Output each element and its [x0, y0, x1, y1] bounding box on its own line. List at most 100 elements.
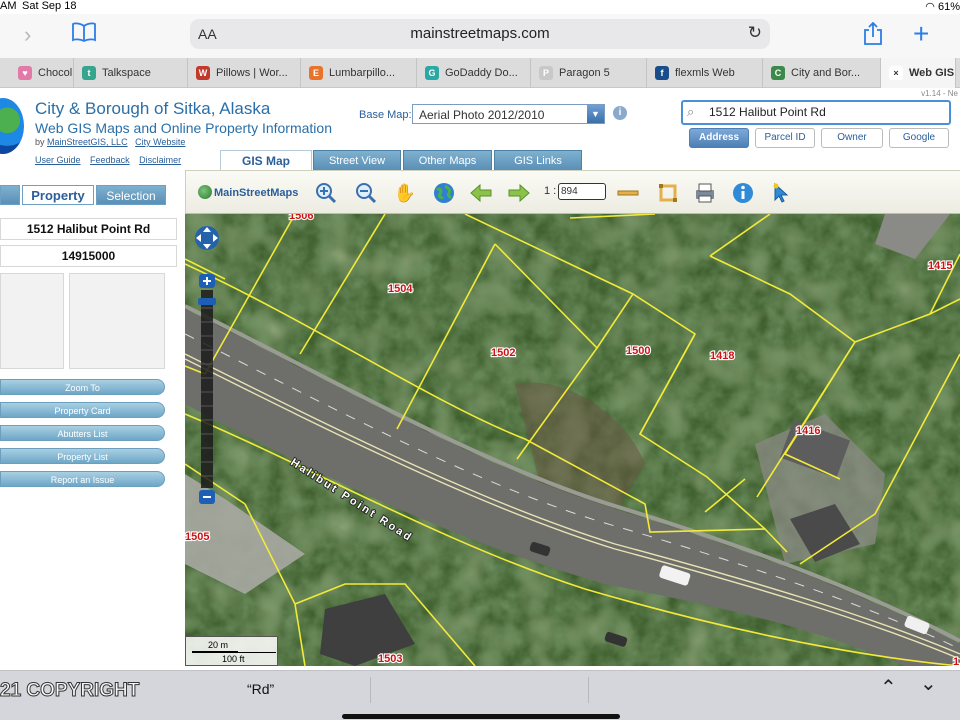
- disclaimer-link[interactable]: Disclaimer: [139, 155, 181, 165]
- browser-tab[interactable]: G GoDaddy Do...: [417, 58, 531, 88]
- reload-icon[interactable]: ↻: [748, 23, 762, 43]
- select-pointer-icon[interactable]: [770, 181, 794, 205]
- base-map-select[interactable]: Aerial Photo 2012/2010 ▼: [412, 104, 605, 124]
- next-extent-arrow-icon[interactable]: [507, 181, 531, 205]
- abutters-list-button[interactable]: Abutters List: [0, 425, 165, 441]
- browser-tab[interactable]: × Web GIS: [881, 58, 956, 88]
- search-box[interactable]: ⌕: [681, 100, 951, 125]
- browser-tab-label: City and Bor...: [791, 67, 861, 79]
- slider-zoom-out-icon[interactable]: [199, 490, 215, 504]
- map-canvas[interactable]: 1506 1504 1502 1500 1418 1416 1415 1505 …: [185, 214, 960, 666]
- feedback-link[interactable]: Feedback: [90, 155, 130, 165]
- pan-hand-icon[interactable]: ✋: [393, 181, 417, 205]
- tab-gis-links[interactable]: GIS Links: [494, 150, 582, 170]
- tab-selection[interactable]: Selection: [96, 185, 166, 205]
- search-input[interactable]: [709, 105, 939, 119]
- browser-tab[interactable]: P Paragon 5: [531, 58, 647, 88]
- gis-app: City & Borough of Sitka, Alaska Web GIS …: [0, 88, 960, 670]
- address-bar[interactable]: AA mainstreetmaps.com ↻: [190, 19, 770, 49]
- city-website-link[interactable]: City Website: [135, 137, 185, 147]
- browser-tab[interactable]: C City and Bor...: [763, 58, 881, 88]
- parcel-label-1418: 1418: [710, 350, 734, 362]
- zoom-slider-handle[interactable]: [198, 298, 216, 305]
- close-tab-icon[interactable]: ×: [889, 66, 903, 80]
- next-field-chevron-icon[interactable]: ⌄: [920, 671, 937, 696]
- parcel-label-1500: 1500: [626, 345, 650, 357]
- pan-arrows-icon[interactable]: [195, 226, 219, 250]
- zoom-out-icon[interactable]: [354, 181, 378, 205]
- browser-tab-label: Chocol: [38, 67, 73, 79]
- dropdown-arrow-icon[interactable]: ▼: [587, 105, 604, 123]
- app-title: City & Borough of Sitka, Alaska: [35, 99, 271, 118]
- zoom-slider-track[interactable]: [201, 290, 213, 488]
- autocomplete-suggestion[interactable]: “Rd”: [247, 681, 274, 697]
- tab-gis-map[interactable]: GIS Map: [220, 150, 312, 172]
- search-by-parcel-button[interactable]: Parcel ID: [755, 128, 815, 148]
- zoom-to-button[interactable]: Zoom To: [0, 379, 165, 395]
- browser-tab[interactable]: E Lumbarpillo...: [301, 58, 417, 88]
- slider-zoom-in-icon[interactable]: [199, 274, 215, 288]
- copyright-watermark: 21 COPYRIGHT: [0, 680, 140, 702]
- new-tab-plus-icon[interactable]: +: [913, 18, 929, 50]
- tab-layers[interactable]: [0, 185, 20, 205]
- scale-feet: 100 ft: [222, 654, 245, 664]
- property-list-button[interactable]: Property List: [0, 448, 165, 464]
- search-by-owner-button[interactable]: Owner: [821, 128, 883, 148]
- browser-tab[interactable]: t Talkspace: [74, 58, 188, 88]
- browser-tab[interactable]: ♥ Chocol: [0, 58, 74, 88]
- mainstreetmaps-logo: MainStreetMaps: [198, 185, 298, 199]
- previous-field-chevron-icon[interactable]: ⌃: [880, 675, 897, 700]
- property-photo-2[interactable]: [69, 273, 165, 369]
- report-issue-button[interactable]: Report an Issue: [0, 471, 165, 487]
- identify-info-icon[interactable]: [731, 181, 755, 205]
- version-label: v1.14 - Ne: [921, 89, 958, 98]
- search-by-address-button[interactable]: Address: [689, 128, 749, 148]
- browser-tab[interactable]: W Pillows | Wor...: [188, 58, 301, 88]
- measure-ruler-icon[interactable]: [616, 181, 640, 205]
- base-map-info-icon[interactable]: i: [613, 106, 627, 120]
- tab-street-view[interactable]: Street View: [313, 150, 401, 170]
- previous-extent-arrow-icon[interactable]: [469, 181, 493, 205]
- share-icon[interactable]: [863, 21, 883, 52]
- zoom-in-icon[interactable]: [314, 181, 338, 205]
- scale-input[interactable]: 894: [558, 183, 606, 200]
- parcel-label-1506: 1506: [289, 214, 313, 222]
- property-parcel-id: 14915000: [0, 245, 177, 267]
- help-links: User Guide Feedback Disclaimer: [35, 155, 188, 165]
- browser-tab[interactable]: f flexmls Web: [647, 58, 763, 88]
- tab-favicon-icon: t: [82, 66, 96, 80]
- user-guide-link[interactable]: User Guide: [35, 155, 81, 165]
- tab-favicon-icon: E: [309, 66, 323, 80]
- status-time: AM: [0, 0, 17, 12]
- browser-tab-label: flexmls Web: [675, 67, 735, 79]
- parcel-label-1505: 1505: [185, 531, 209, 543]
- bookmarks-book-icon[interactable]: [72, 22, 96, 48]
- tab-strip: ♥ Chocol t Talkspace W Pillows | Wor... E Lumba…: [0, 58, 960, 88]
- browser-tab-label: Web GIS: [909, 67, 955, 79]
- parcel-label-1504: 1504: [388, 283, 413, 295]
- home-indicator[interactable]: [342, 714, 620, 719]
- url-text[interactable]: mainstreetmaps.com: [190, 25, 770, 42]
- print-icon[interactable]: [693, 181, 717, 205]
- forward-chevron-icon[interactable]: ›: [24, 22, 31, 48]
- sitka-seal-logo: [0, 98, 24, 154]
- tab-favicon-icon: f: [655, 66, 669, 80]
- aerial-imagery: 1506 1504 1502 1500 1418 1416 1415 1505 …: [185, 214, 960, 666]
- full-extent-globe-icon[interactable]: [432, 181, 456, 205]
- tab-favicon-icon: G: [425, 66, 439, 80]
- parcel-label-1502: 1502: [491, 347, 515, 359]
- app-subtitle: Web GIS Maps and Online Property Informa…: [35, 120, 332, 136]
- property-photo-1[interactable]: [0, 273, 64, 369]
- status-battery: ◠ 61%: [925, 1, 960, 13]
- tab-favicon-icon: C: [771, 66, 785, 80]
- tab-property[interactable]: Property: [22, 185, 94, 205]
- mainstreetgis-link[interactable]: MainStreetGIS, LLC: [47, 137, 128, 147]
- measure-area-icon[interactable]: [656, 181, 680, 205]
- map-scale-bar: 20 m 100 ft: [185, 636, 278, 666]
- map-nav-control: [193, 218, 223, 508]
- tab-other-maps[interactable]: Other Maps: [403, 150, 492, 170]
- base-map-label: Base Map:: [359, 109, 412, 121]
- scale-prefix: 1 :: [544, 185, 557, 197]
- property-card-button[interactable]: Property Card: [0, 402, 165, 418]
- search-google-button[interactable]: Google: [889, 128, 949, 148]
